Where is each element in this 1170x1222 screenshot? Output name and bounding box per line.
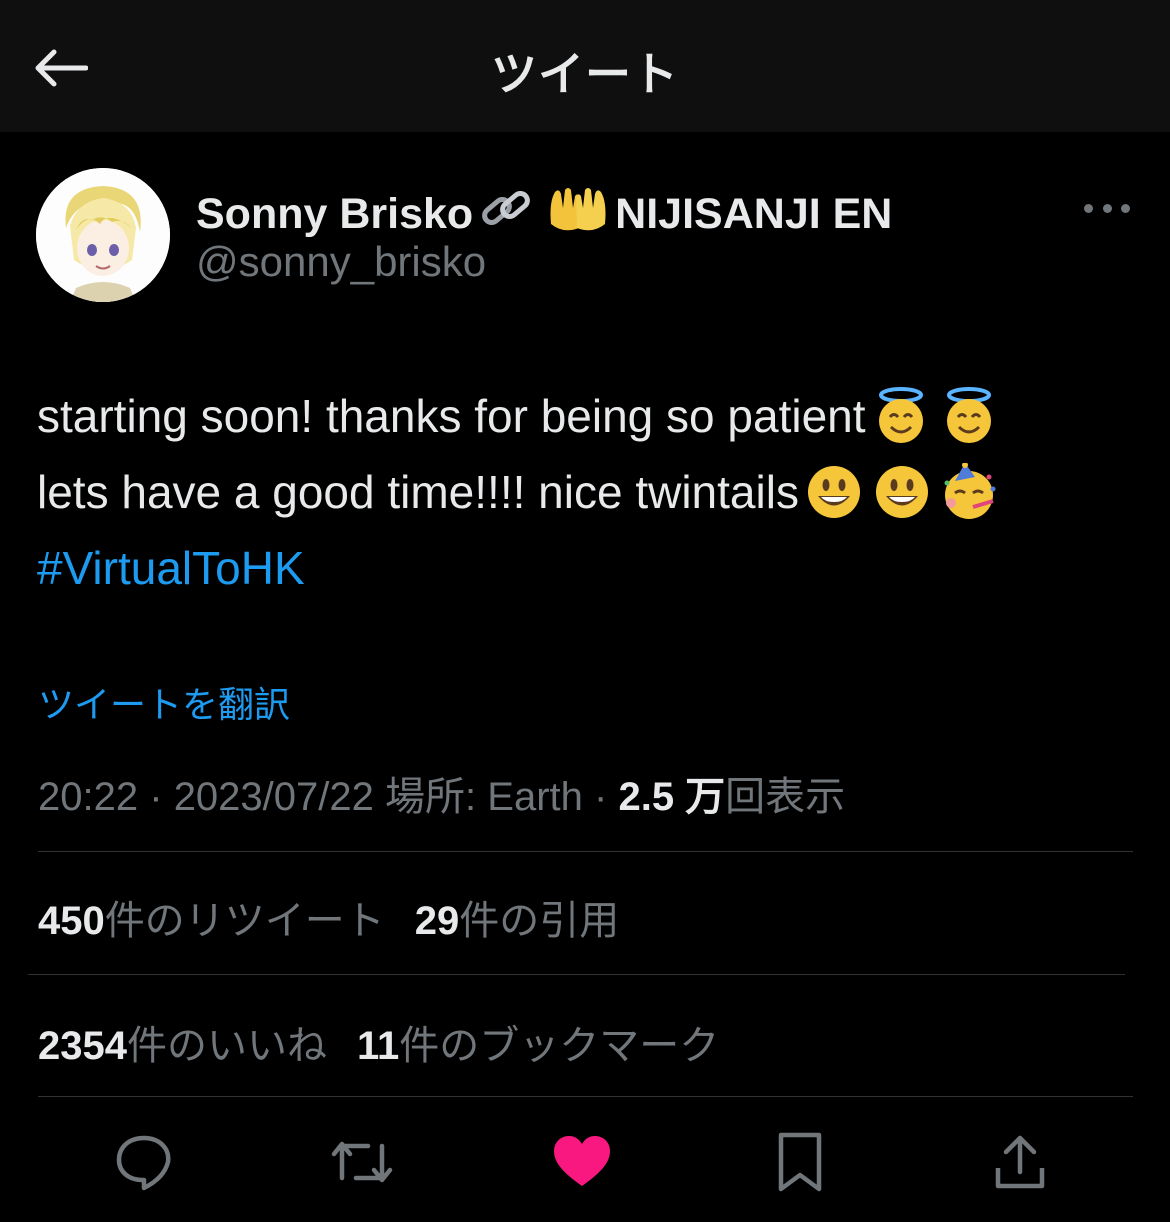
author-handle[interactable]: @sonny_brisko [196, 238, 486, 286]
link-emoji-icon [479, 184, 535, 245]
bookmarks-count: 11 [356, 1024, 400, 1068]
tweet-line-2: lets have a good time!!!! nice twintails [37, 454, 1137, 530]
retweet-button[interactable] [330, 1130, 394, 1194]
bookmarks-label: 件のブックマーク [399, 1024, 720, 1068]
likes-stat[interactable]: 2354件のいいね [38, 1024, 327, 1068]
tweet-time[interactable]: 20:22 [38, 775, 138, 819]
page-title: ツイート [491, 48, 679, 100]
quotes-label: 件の引用 [459, 899, 620, 943]
retweets-count: 450 [38, 899, 105, 943]
stats-row-retweets: 450件のリツイート 29件の引用 [38, 888, 619, 946]
translate-tweet-link[interactable]: ツイートを翻訳 [38, 676, 290, 728]
share-button[interactable] [988, 1130, 1052, 1194]
grinning-emoji-icon [875, 466, 928, 518]
divider [28, 974, 1125, 975]
tweet-line-1: starting soon! thanks for being so patie… [37, 378, 1137, 454]
quotes-count: 29 [414, 899, 460, 943]
meta-separator: · [149, 775, 163, 819]
views-count: 2.5 万 [618, 775, 726, 819]
bookmarks-stat[interactable]: 11件のブックマーク [357, 1024, 719, 1068]
like-button[interactable] [550, 1130, 614, 1194]
retweet-icon [331, 1141, 393, 1183]
divider [38, 1096, 1133, 1097]
avatar[interactable] [36, 168, 170, 302]
tweet-date[interactable]: 2023/07/22 [174, 775, 374, 819]
likes-label: 件のいいね [126, 1024, 327, 1068]
tweet-line-3: #VirtualToHK [37, 530, 1137, 606]
reply-button[interactable] [112, 1130, 176, 1194]
bookmark-button[interactable] [768, 1130, 832, 1194]
palms-up-emoji-icon [547, 184, 609, 245]
share-icon [995, 1135, 1045, 1189]
halo-smile-emoji-icon [946, 387, 991, 443]
divider [38, 851, 1133, 852]
location-label: 場所: [385, 775, 477, 819]
meta-separator: · [594, 775, 608, 819]
retweets-label: 件のリツイート [104, 899, 385, 943]
reply-icon [116, 1135, 171, 1191]
author-name-row[interactable]: Sonny Brisko NIJISANJI EN [196, 184, 892, 245]
tweet-text-line-1: starting soon! thanks for being so patie… [37, 390, 866, 442]
tweet-body: starting soon! thanks for being so patie… [37, 378, 1137, 606]
tweet-text-line-2: lets have a good time!!!! nice twintails [37, 466, 799, 518]
partying-face-emoji-icon [944, 463, 996, 519]
author-affiliation: NIJISANJI EN [615, 190, 893, 238]
stats-row-likes: 2354件のいいね 11件のブックマーク [38, 1013, 719, 1071]
quotes-stat[interactable]: 29件の引用 [415, 899, 620, 943]
halo-smile-emoji-icon [878, 387, 923, 443]
more-options-icon[interactable] [1084, 196, 1130, 220]
hashtag-link[interactable]: #VirtualToHK [37, 530, 305, 606]
action-bar [0, 1120, 1170, 1204]
views-label: 回表示 [725, 775, 846, 819]
grinning-emoji-icon [807, 466, 860, 518]
author-name: Sonny Brisko [196, 190, 474, 238]
top-bar: ツイート [0, 0, 1170, 132]
retweets-stat[interactable]: 450件のリツイート [38, 899, 385, 943]
bookmark-icon [778, 1132, 822, 1192]
like-icon [554, 1136, 610, 1186]
tweet-location[interactable]: Earth [487, 775, 583, 819]
tweet-meta: 20:22 · 2023/07/22 場所: Earth · 2.5 万回表示 [38, 764, 845, 822]
likes-count: 2354 [38, 1024, 127, 1068]
